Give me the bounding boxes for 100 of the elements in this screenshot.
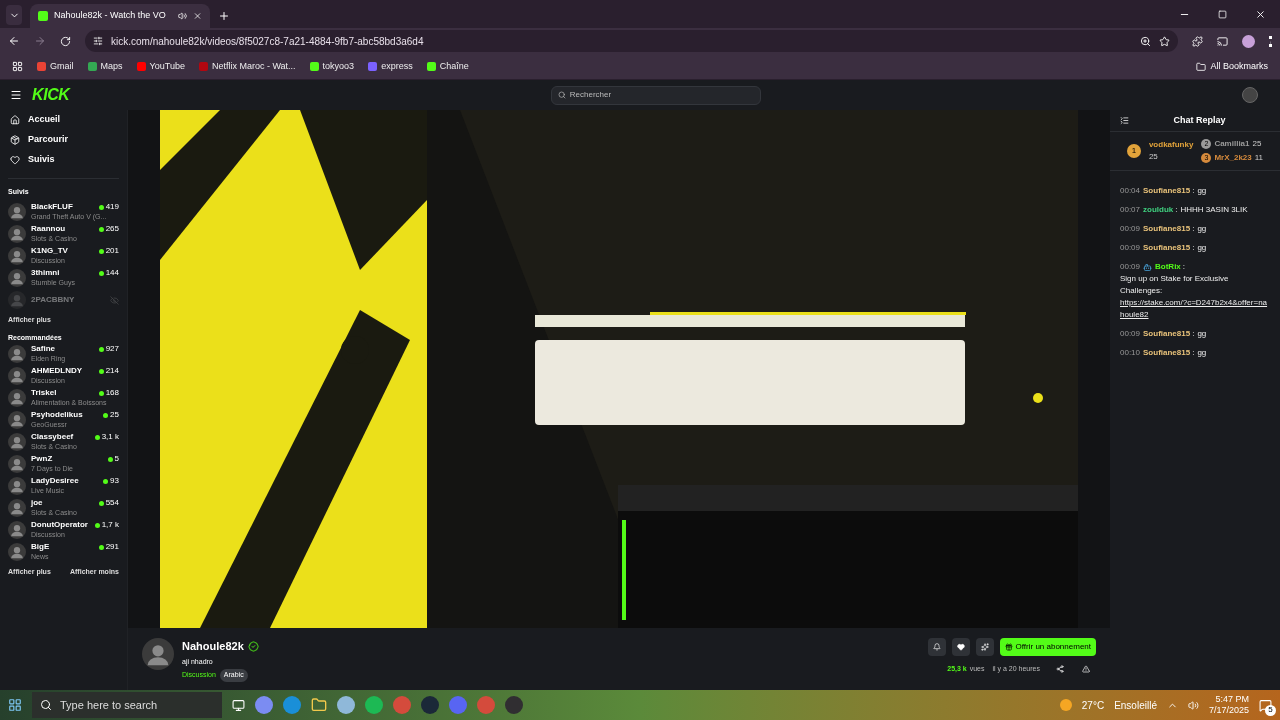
- avatar: [8, 455, 26, 473]
- chat-username[interactable]: Soufiane815: [1143, 242, 1191, 254]
- bookmark[interactable]: Gmail: [37, 59, 74, 74]
- avatar: [142, 638, 174, 670]
- share-icon[interactable]: [1056, 665, 1064, 674]
- bell-icon: [932, 643, 941, 651]
- search-field[interactable]: Rechercher: [550, 85, 761, 105]
- kick-logo[interactable]: KICK: [32, 83, 70, 107]
- subscribe-button[interactable]: Offrir un abonnement: [999, 638, 1096, 656]
- viewer-count: 3,1 k: [101, 432, 119, 442]
- viewer-count: 5: [114, 454, 119, 464]
- follow-button[interactable]: [951, 638, 970, 656]
- browser-tab[interactable]: Nahoule82k - Watch the VO: [30, 4, 210, 28]
- avatar: [8, 203, 26, 221]
- extensions-icon[interactable]: [1192, 35, 1203, 47]
- bookmark[interactable]: express: [368, 59, 413, 74]
- address-field[interactable]: kick.com/nahoule82k/videos/8f5027c8-7a21-4884-9fb7-abc58bd3a6d4: [85, 30, 1178, 52]
- viewer-count: 1,7 k: [101, 520, 119, 530]
- app-icon[interactable]: [337, 696, 355, 714]
- nav-item[interactable]: Parcourir: [0, 130, 127, 150]
- channel-name[interactable]: BigE: [31, 542, 50, 552]
- task-view-icon[interactable]: [232, 698, 245, 712]
- notify-button[interactable]: [927, 638, 946, 656]
- reload-icon[interactable]: [60, 35, 71, 47]
- channel-name[interactable]: AHMEDLNDY: [31, 366, 83, 376]
- bookmark[interactable]: tokyoo3: [309, 59, 355, 74]
- menu-icon[interactable]: [10, 89, 22, 101]
- speaker-icon[interactable]: [177, 11, 187, 21]
- chat-username[interactable]: Soufiane815: [1143, 347, 1191, 359]
- chat-username[interactable]: zoulduk: [1143, 204, 1174, 216]
- channel-title[interactable]: Nahoule82k: [182, 638, 244, 655]
- avatar: [8, 247, 26, 265]
- channel-name[interactable]: Psyhodelikus: [31, 410, 83, 420]
- windows-start-icon[interactable]: [8, 698, 22, 712]
- url-text: kick.com/nahoule82k/videos/8f5027c8-7a21-4884-9fb7-abc58bd3a6d4: [111, 34, 424, 49]
- chat-username[interactable]: Soufiane815: [1143, 328, 1191, 340]
- media-icon[interactable]: [1217, 35, 1228, 47]
- channel-name[interactable]: 2PACBBNY: [31, 295, 75, 305]
- channel-name[interactable]: Safine: [31, 344, 55, 354]
- channel-name[interactable]: Classybeef: [31, 432, 74, 442]
- viewer-count: 93: [110, 476, 119, 486]
- nav-item[interactable]: Accueil: [0, 110, 127, 130]
- viewer-count: 291: [105, 542, 119, 552]
- site-settings-icon[interactable]: [93, 36, 103, 46]
- close-icon[interactable]: [192, 11, 202, 21]
- viewer-count: 265: [105, 224, 119, 234]
- bookmark[interactable]: Chaîne: [426, 59, 469, 74]
- bookmark[interactable]: Netflix Maroc - Wat...: [198, 59, 296, 74]
- channel-name[interactable]: Triskel: [31, 388, 57, 398]
- taskbar-search-field[interactable]: Type here to search: [32, 692, 222, 718]
- channel-name[interactable]: LadyDesiree: [31, 476, 79, 486]
- channel-name[interactable]: joe: [31, 498, 43, 508]
- weather-text[interactable]: Ensoleillé: [1114, 697, 1157, 713]
- gift-icon: [1004, 643, 1013, 651]
- chat-link[interactable]: https://stake.com/?c=D247b2x4&offer=nahoule82: [1120, 297, 1270, 321]
- viewer-count: 144: [105, 268, 119, 278]
- offline-icon: [110, 295, 119, 305]
- close-window-icon[interactable]: [1255, 9, 1266, 20]
- user-avatar[interactable]: [1242, 87, 1258, 103]
- chat-username[interactable]: BotRix: [1155, 261, 1181, 273]
- chat-username[interactable]: Soufiane815: [1143, 185, 1191, 197]
- sparkle-button[interactable]: [975, 638, 994, 656]
- chat-username[interactable]: Soufiane815: [1143, 223, 1191, 235]
- report-icon[interactable]: [1082, 665, 1090, 674]
- message-text: Sign up on Stake for Exclusive Challenges:: [1120, 273, 1230, 297]
- avatar: [8, 411, 26, 429]
- bookmark-star-icon[interactable]: [1159, 35, 1170, 47]
- channel-name[interactable]: K1NG_TV: [31, 246, 68, 256]
- channel-name[interactable]: PwnZ: [31, 454, 53, 464]
- bookmark[interactable]: Maps: [87, 59, 123, 74]
- temperature[interactable]: 27°C: [1081, 697, 1105, 713]
- profile-avatar[interactable]: [1242, 34, 1255, 48]
- tab-list-button[interactable]: [6, 5, 22, 25]
- apps-icon[interactable]: [12, 61, 23, 72]
- message-time: 00:10: [1120, 347, 1141, 359]
- avatar: [8, 225, 26, 243]
- avatar: [8, 367, 26, 385]
- channel-name[interactable]: DonutOperator: [31, 520, 88, 530]
- bookmark[interactable]: YouTube: [136, 59, 185, 74]
- message-time: 00:09: [1120, 328, 1141, 340]
- channel-name[interactable]: 3thimni: [31, 268, 60, 278]
- menu-dots-icon[interactable]: [1269, 35, 1272, 47]
- nav-item[interactable]: Suivis: [0, 150, 127, 170]
- all-bookmarks[interactable]: All Bookmarks: [1196, 59, 1268, 74]
- channel-name[interactable]: BlackFLUF: [31, 202, 73, 212]
- restore-icon[interactable]: [1218, 10, 1227, 19]
- back-icon[interactable]: [8, 35, 20, 47]
- viewer-count: 554: [105, 498, 119, 508]
- clock[interactable]: 5:47 PM 7/17/2025: [1208, 694, 1249, 716]
- volume-icon[interactable]: [1187, 699, 1199, 711]
- file-explorer-icon[interactable]: [311, 697, 327, 713]
- gift-count: 11: [1254, 152, 1264, 164]
- zoom-icon[interactable]: [1140, 35, 1151, 47]
- collapse-chat-icon[interactable]: [1120, 116, 1129, 125]
- search-icon: [40, 699, 52, 711]
- message-time: 00:09: [1120, 261, 1141, 273]
- avatar: [8, 345, 26, 363]
- avatar: [8, 389, 26, 407]
- new-tab-icon[interactable]: [218, 10, 230, 22]
- channel-name[interactable]: Raannou: [31, 224, 66, 234]
